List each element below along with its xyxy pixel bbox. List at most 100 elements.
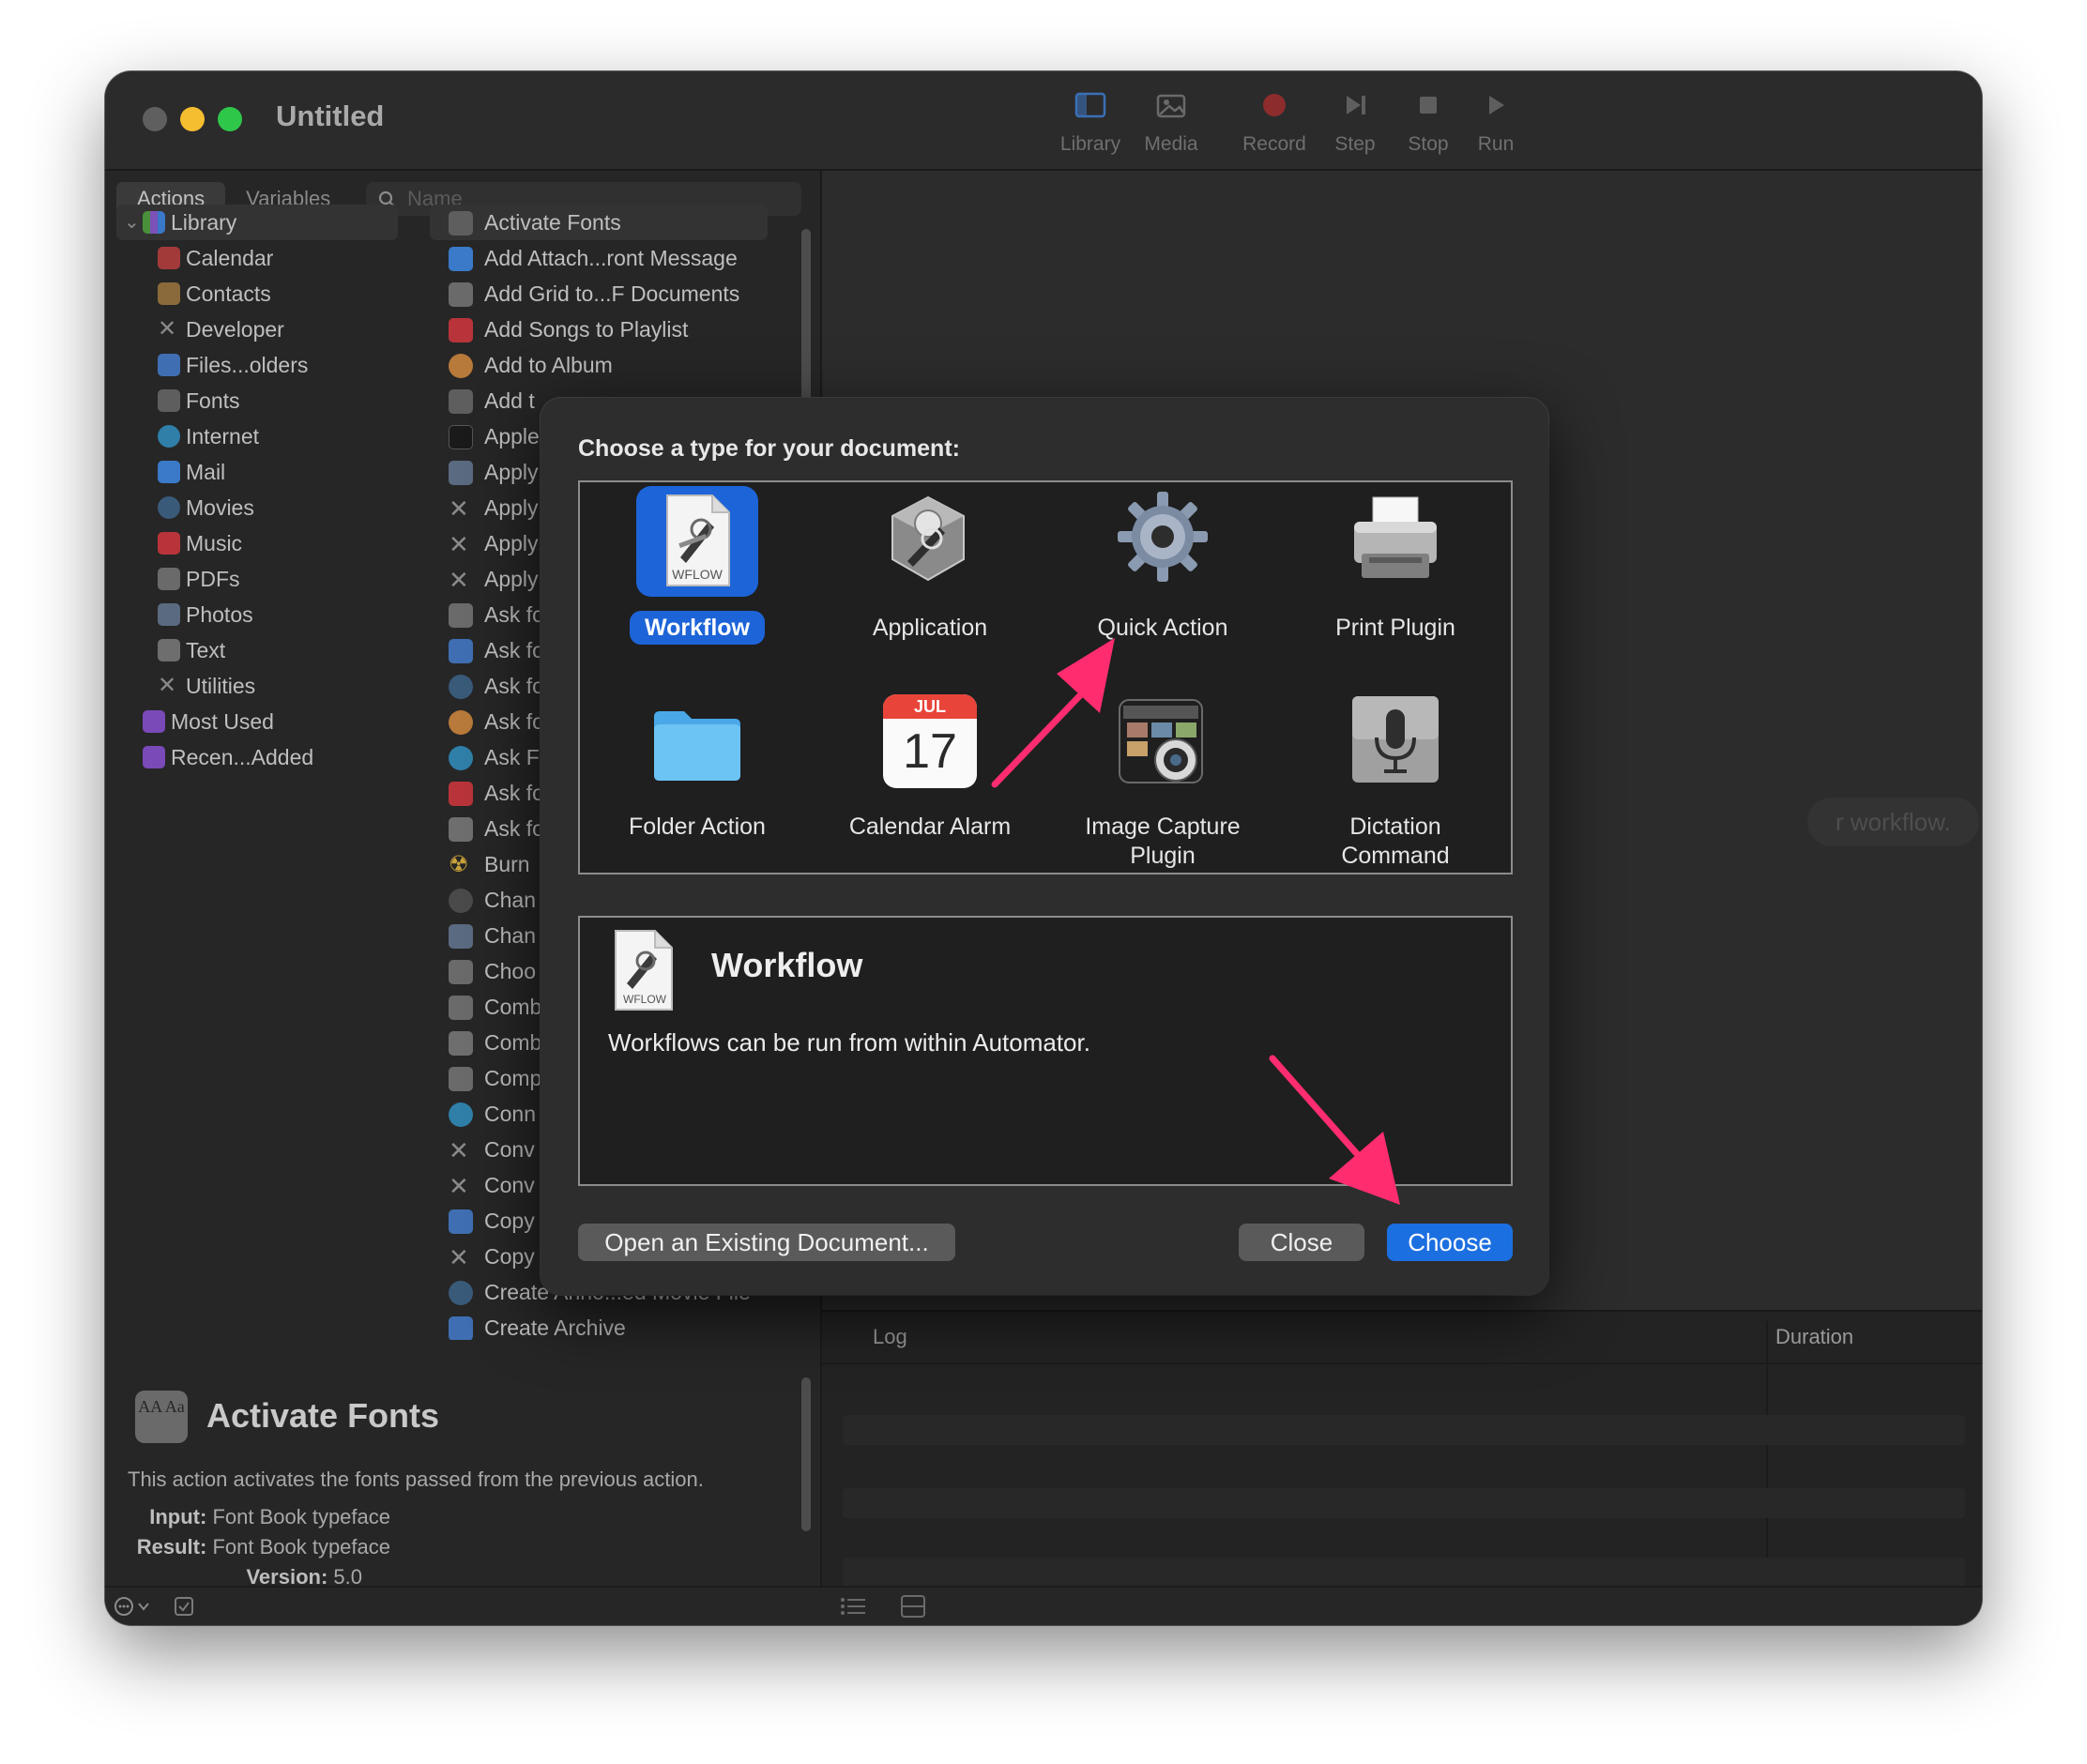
open-existing-document-button[interactable]: Open an Existing Document... [578,1224,955,1261]
image-icon [449,461,473,485]
music-icon [449,782,473,806]
log-column-divider [1766,1321,1768,1584]
action-item[interactable]: Add Grid to...F Documents [430,276,768,312]
text-icon [449,817,473,842]
sidebar-item-pdfs[interactable]: PDFs [116,561,398,597]
description-input: Input: Font Book typeface [149,1505,390,1528]
globe-icon [449,1102,473,1127]
microphone-icon [1352,696,1439,783]
tools-icon: ✕ [158,673,177,698]
finder-icon [449,1209,473,1234]
type-application[interactable]: Application [815,484,1045,677]
photos-icon [449,710,473,735]
run-icon [1489,96,1504,114]
sidebar-item-fonts[interactable]: Fonts [116,383,398,418]
sidebar-item-library[interactable]: ⌄ Library [116,205,398,240]
movie-icon [449,1281,473,1305]
action-item[interactable]: Add to Album [430,347,768,383]
font-icon [449,211,473,236]
choose-button[interactable]: Choose [1387,1224,1513,1261]
sidebar-item-calendar[interactable]: Calendar [116,240,398,276]
actions-scrollbar[interactable] [801,229,811,413]
close-window-button[interactable] [143,107,167,131]
log-column-log[interactable]: Log [873,1325,907,1349]
sidebar-item-utilities[interactable]: ✕ Utilities [116,668,398,704]
close-button[interactable]: Close [1239,1224,1364,1261]
toolbar-library-button[interactable]: Library [1045,88,1135,156]
type-dictation-command[interactable]: Dictation Command [1280,683,1511,871]
type-folder-action[interactable]: Folder Action [582,683,813,871]
log-pane: Log Duration [822,1310,1982,1588]
type-label: Print Plugin [1335,615,1455,641]
globe-icon [449,746,473,770]
title-bar: Untitled Library Media Record Step Stop … [105,71,1982,171]
sidebar-item-movies[interactable]: Movies [116,490,398,525]
type-quick-action[interactable]: Quick Action [1047,484,1278,677]
library-icon [1074,92,1106,118]
tools-icon: ✕ [449,1136,469,1164]
document-type-dialog: Choose a type for your document: WFLOW W… [541,398,1548,1295]
step-icon [1347,96,1365,114]
checkbox-icon[interactable] [173,1595,195,1618]
finder-icon [158,354,180,376]
description-scrollbar[interactable] [801,1377,811,1531]
calendar-icon: JUL 17 [883,694,977,788]
type-label: Image Capture Plugin [1085,814,1241,869]
pdf-icon [449,996,473,1020]
toolbar-media-button[interactable]: Media [1126,88,1216,156]
sidebar-item-contacts[interactable]: Contacts [116,276,398,312]
split-view-icon[interactable] [899,1593,927,1620]
type-image-capture-plugin[interactable]: Image Capture Plugin [1047,683,1278,871]
type-calendar-alarm[interactable]: JUL 17 Calendar Alarm [815,683,1045,871]
tools-icon: ✕ [449,530,469,558]
sidebar-item-music[interactable]: Music [116,525,398,561]
font-icon: AA Aa [135,1391,188,1443]
info-title: Workflow [711,946,863,984]
type-print-plugin[interactable]: Print Plugin [1280,484,1511,677]
more-options-icon[interactable] [113,1595,158,1618]
wflow-tag: WFLOW [623,993,666,1006]
sidebar-item-recently-added[interactable]: Recen...Added [116,739,398,775]
action-item[interactable]: Activate Fonts [430,205,768,240]
mail-icon [449,247,473,271]
sidebar-item-most-used[interactable]: Most Used [116,704,398,739]
log-row [843,1488,1965,1518]
pdf-icon [449,282,473,307]
action-item[interactable]: Create Archive [430,1310,768,1340]
gear-icon [449,889,473,913]
zoom-window-button[interactable] [218,107,242,131]
sidebar-item-internet[interactable]: Internet [116,418,398,454]
application-icon [891,495,965,582]
sidebar-item-text[interactable]: Text [116,632,398,668]
chevron-down-icon: ⌄ [124,212,140,233]
movie-icon [449,675,473,699]
globe-icon [158,425,180,448]
library-icon [143,211,165,234]
tools-icon: ✕ [158,316,177,342]
sidebar-item-files-folders[interactable]: Files...olders [116,347,398,383]
description-text: This action activates the fonts passed f… [128,1467,704,1491]
sidebar-item-mail[interactable]: Mail [116,454,398,490]
pdf-icon [449,1067,473,1091]
info-text: Workflows can be run from within Automat… [608,1028,1090,1057]
log-column-duration[interactable]: Duration [1775,1325,1853,1349]
automator-icon [449,603,473,628]
action-item[interactable]: Add Songs to Playlist [430,312,768,347]
toolbar-run-button[interactable]: Run [1451,88,1541,156]
text-icon [158,639,180,662]
description-result: Result: Font Book typeface [136,1535,390,1559]
dialog-heading: Choose a type for your document: [578,435,960,462]
sidebar-item-developer[interactable]: ✕ Developer [116,312,398,347]
font-icon [158,389,180,412]
toolbar-record-button[interactable]: Record [1229,88,1319,156]
terminal-icon [449,425,473,449]
sidebar-item-photos[interactable]: Photos [116,597,398,632]
action-item[interactable]: Add Attach...ront Message [430,240,768,276]
list-view-icon[interactable] [839,1595,867,1618]
type-workflow[interactable]: WFLOW Workflow [582,484,813,677]
smart-folder-icon [143,746,165,768]
type-label: Application [872,615,988,641]
minimize-window-button[interactable] [180,107,205,131]
music-icon [158,532,180,555]
image-icon [449,924,473,949]
